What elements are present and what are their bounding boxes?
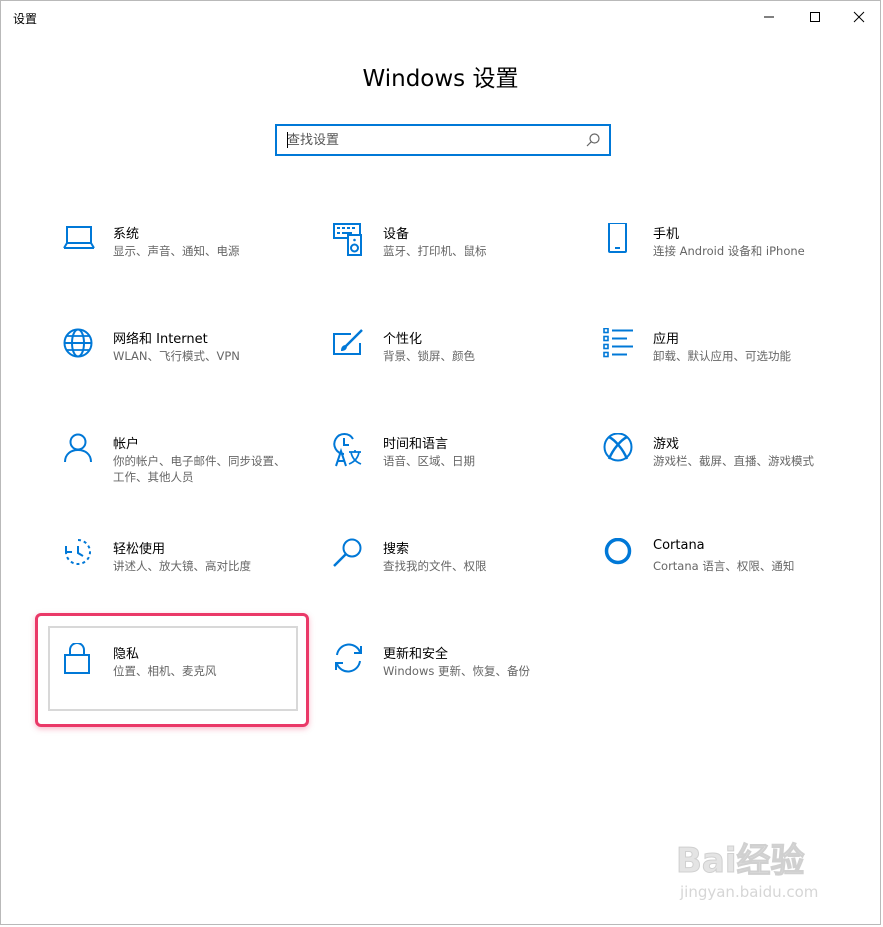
tile-desc: 显示、声音、通知、电源	[113, 244, 240, 258]
tile-name: 时间和语言	[383, 437, 449, 452]
highlight-annotation	[35, 613, 309, 727]
tile-desc: 连接 Android 设备和 iPhone	[653, 244, 805, 258]
tile-desc: 查找我的文件、权限	[383, 559, 487, 573]
tile-name: 帐户	[113, 437, 140, 452]
tile-phone[interactable]: 手机 连接 Android 设备和 iPhone	[603, 223, 873, 313]
tile-name: 轻松使用	[113, 542, 166, 557]
maximize-icon	[810, 12, 820, 22]
tile-name: 应用	[653, 332, 680, 347]
tile-desc: 讲述人、放大镜、高对比度	[113, 559, 251, 573]
settings-window: 设置 Windows 设置 系统 显示、声音、通知、电源	[0, 0, 881, 925]
tile-system[interactable]: 系统 显示、声音、通知、电源	[63, 223, 333, 313]
tile-desc: Cortana 语言、权限、通知	[653, 559, 795, 573]
tile-accounts[interactable]: 帐户 你的帐户、电子邮件、同步设置、工作、其他人员	[63, 433, 333, 523]
tile-desc: 背景、锁屏、颜色	[383, 349, 475, 363]
title-bar[interactable]: 设置	[1, 1, 880, 33]
update-icon	[335, 643, 362, 673]
close-button[interactable]	[836, 1, 882, 33]
laptop-icon	[63, 226, 95, 249]
watermark-url: jingyan.baidu.com	[680, 883, 819, 901]
text-caret	[287, 132, 288, 148]
close-icon	[853, 11, 865, 23]
tile-name: Cortana	[653, 538, 705, 553]
tile-desc: Windows 更新、恢复、备份	[383, 664, 530, 678]
tile-search[interactable]: 搜索 查找我的文件、权限	[333, 538, 603, 628]
cortana-icon	[604, 538, 632, 565]
tile-desc: 卸载、默认应用、可选功能	[653, 349, 791, 363]
time-language-icon	[333, 433, 362, 467]
baidu-jingyan-watermark: Bai经验 jingyan.baidu.com	[676, 833, 846, 913]
phone-icon	[608, 223, 627, 253]
tile-name: 系统	[113, 227, 140, 242]
search-icon[interactable]	[585, 132, 601, 148]
tile-personalization[interactable]: 个性化 背景、锁屏、颜色	[333, 328, 603, 418]
tile-name: 设备	[383, 227, 410, 242]
tile-name: 手机	[653, 227, 680, 242]
tile-desc: 蓝牙、打印机、鼠标	[383, 244, 487, 258]
tile-name: 游戏	[653, 437, 680, 452]
apps-list-icon	[603, 328, 633, 358]
tile-time-language[interactable]: 时间和语言 语音、区域、日期	[333, 433, 603, 523]
tile-update-security[interactable]: 更新和安全 Windows 更新、恢复、备份	[333, 643, 603, 733]
minimize-icon	[764, 16, 774, 18]
maximize-button[interactable]	[792, 1, 838, 33]
tile-name: 个性化	[383, 332, 423, 347]
ease-of-access-icon	[65, 539, 91, 565]
magnifier-icon	[333, 538, 362, 567]
window-title: 设置	[13, 12, 38, 26]
tile-name: 更新和安全	[383, 647, 449, 662]
tile-gaming[interactable]: 游戏 游戏栏、截屏、直播、游戏模式	[603, 433, 873, 523]
devices-icon	[333, 223, 362, 256]
tile-devices[interactable]: 设备 蓝牙、打印机、鼠标	[333, 223, 603, 313]
tile-name: 搜索	[383, 542, 410, 557]
person-icon	[64, 433, 92, 463]
tile-name: 网络和 Internet	[113, 332, 208, 347]
tile-cortana[interactable]: Cortana Cortana 语言、权限、通知	[603, 538, 873, 628]
page-title: Windows 设置	[362, 66, 519, 92]
xbox-icon	[603, 433, 633, 462]
search-box[interactable]	[275, 124, 611, 156]
tile-desc: 你的帐户、电子邮件、同步设置、工作、其他人员	[113, 454, 286, 484]
tile-network[interactable]: 网络和 Internet WLAN、飞行模式、VPN	[63, 328, 333, 418]
watermark-logo: Bai经验	[676, 841, 806, 882]
tile-desc: WLAN、飞行模式、VPN	[113, 349, 240, 363]
tile-desc: 游戏栏、截屏、直播、游戏模式	[653, 454, 814, 468]
globe-icon	[63, 328, 93, 358]
minimize-button[interactable]	[746, 1, 792, 33]
tile-apps[interactable]: 应用 卸载、默认应用、可选功能	[603, 328, 873, 418]
tile-desc: 语音、区域、日期	[383, 454, 475, 468]
search-input[interactable]	[287, 126, 567, 154]
paint-icon	[333, 329, 363, 355]
